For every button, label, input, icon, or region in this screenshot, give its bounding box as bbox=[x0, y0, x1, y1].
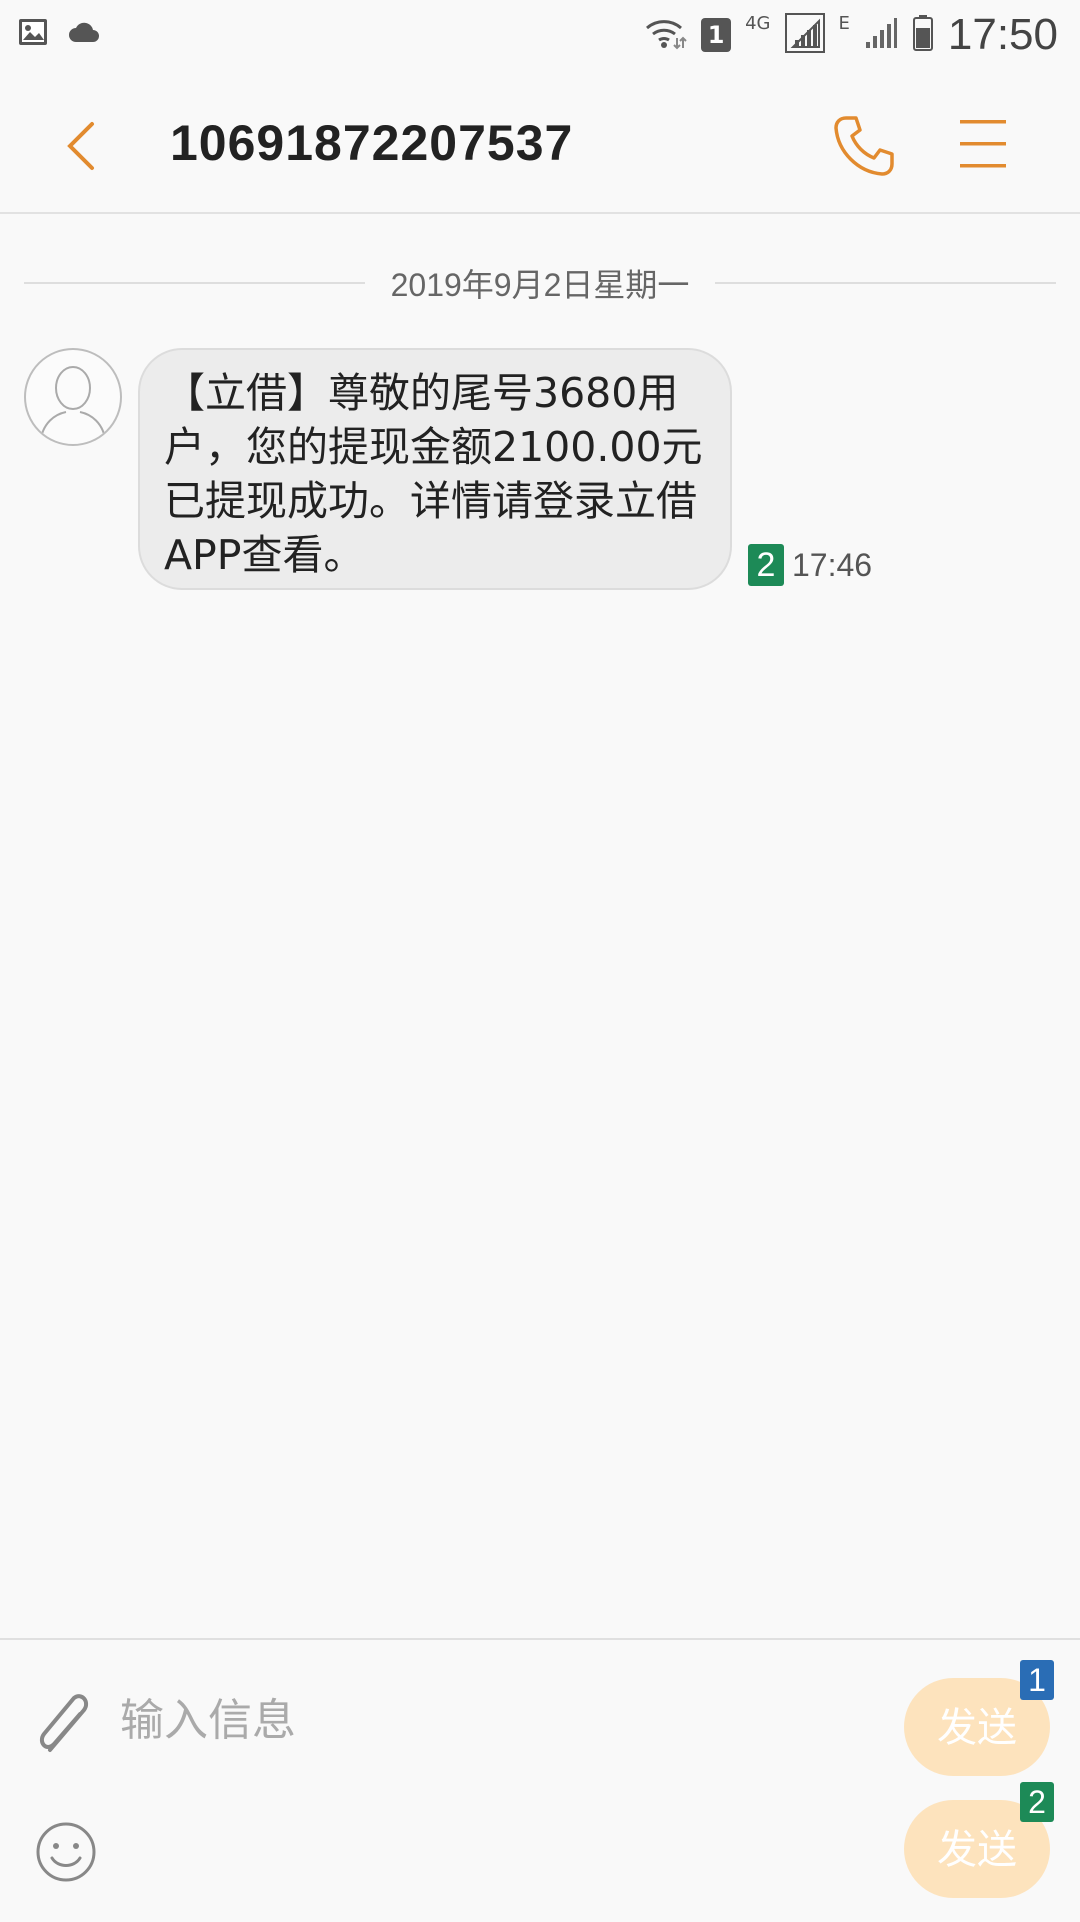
date-separator: 2019年9月2日星期一 bbox=[24, 258, 1057, 308]
back-button[interactable] bbox=[56, 116, 116, 176]
smiley-icon bbox=[36, 1822, 96, 1882]
signal-icon bbox=[784, 13, 825, 57]
menu-button[interactable] bbox=[958, 116, 1008, 172]
app-bar: 10691872207537 bbox=[0, 76, 1080, 214]
phone-icon bbox=[834, 116, 894, 176]
call-button[interactable] bbox=[832, 112, 898, 178]
message-composer: 发送 1 发送 2 bbox=[0, 1638, 1080, 1922]
network-type-label-2: E bbox=[838, 12, 850, 34]
message-time: 17:46 bbox=[792, 546, 873, 583]
sim-indicator: 2 bbox=[748, 544, 784, 586]
send-sim1-badge: 1 bbox=[1020, 1660, 1054, 1700]
wifi-icon bbox=[643, 14, 687, 56]
person-icon bbox=[39, 366, 107, 444]
network-type-label: 4G bbox=[745, 12, 771, 34]
chevron-left-icon bbox=[67, 122, 94, 170]
gallery-notification-icon bbox=[18, 18, 48, 50]
status-bar-clock: 17:50 bbox=[947, 10, 1058, 59]
battery-icon bbox=[912, 14, 934, 56]
signal-icon-2 bbox=[864, 16, 898, 54]
status-bar: 1 4G E 17:50 bbox=[0, 0, 1080, 76]
menu-icon bbox=[960, 120, 1006, 168]
paperclip-icon bbox=[39, 1694, 89, 1752]
contact-avatar[interactable] bbox=[24, 348, 122, 446]
date-label: 2019年9月2日星期一 bbox=[390, 267, 690, 303]
conversation-title: 10691872207537 bbox=[170, 115, 574, 171]
divider-left bbox=[24, 282, 365, 284]
status-bar-left bbox=[18, 18, 100, 50]
send-sim2-badge: 2 bbox=[1020, 1782, 1054, 1822]
attach-button[interactable] bbox=[32, 1680, 98, 1758]
emoji-button[interactable] bbox=[34, 1820, 98, 1884]
message-input[interactable] bbox=[118, 1684, 782, 1756]
status-bar-right: 1 4G E 17:50 bbox=[643, 10, 1058, 60]
message-meta: 2 17:46 bbox=[748, 544, 872, 586]
message-text: 【立借】尊敬的尾号3680用户，您的提现金额2100.00元已提现成功。详情请登… bbox=[164, 369, 703, 579]
message-bubble[interactable]: 【立借】尊敬的尾号3680用户，您的提现金额2100.00元已提现成功。详情请登… bbox=[138, 348, 732, 590]
sim-slot-badge: 1 bbox=[701, 18, 732, 52]
divider-right bbox=[715, 282, 1057, 284]
cloud-notification-icon bbox=[68, 21, 100, 47]
